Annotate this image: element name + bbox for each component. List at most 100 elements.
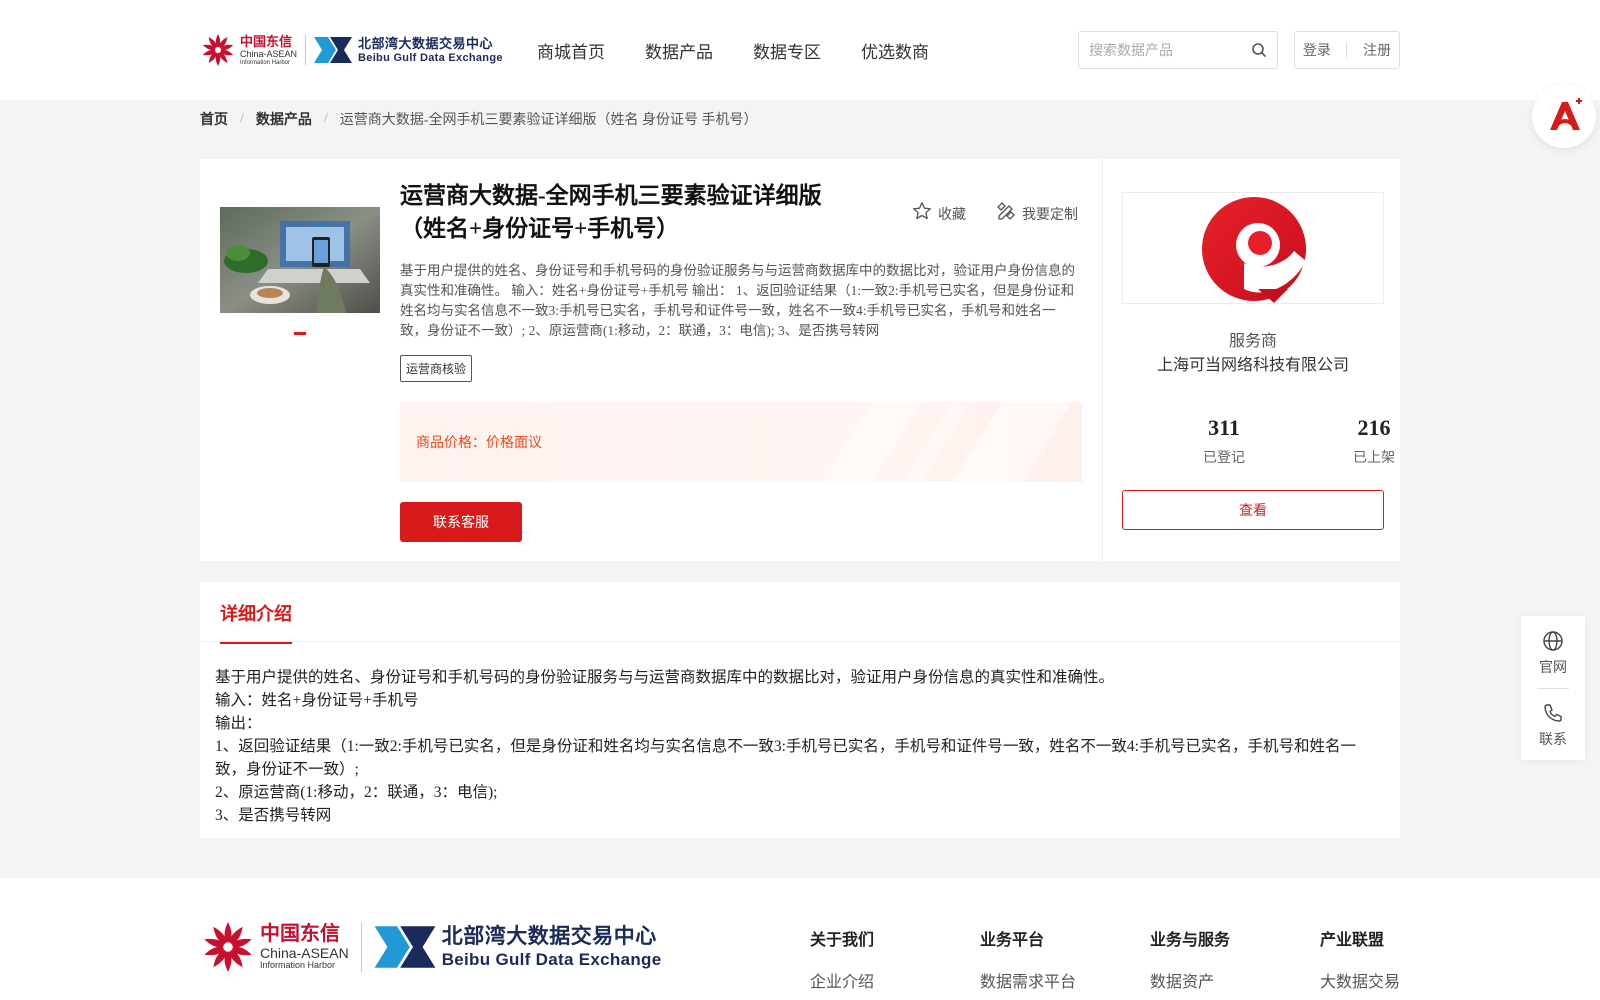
side-tools-separator bbox=[1537, 688, 1569, 689]
footer-beibu-gulf-logo-icon bbox=[374, 923, 436, 971]
beibu-gulf-logo-text: 北部湾大数据交易中心 Beibu Gulf Data Exchange bbox=[358, 37, 503, 64]
footer-column-head: 业务平台 bbox=[980, 932, 1045, 949]
logo-en1: China-ASEAN bbox=[240, 48, 298, 59]
nav-item-home[interactable]: 商城首页 bbox=[537, 38, 605, 63]
customize-label: 我要定制 bbox=[1022, 207, 1078, 223]
footer-beibu-gulf-logo-text: 北部湾大数据交易中心 Beibu Gulf Data Exchange bbox=[442, 926, 662, 968]
footer-link[interactable]: 数据需求平台 bbox=[980, 968, 1076, 992]
detail-body: 基于用户提供的姓名、身份证号和手机号码的身份验证服务与与运营商数据库中的数据比对… bbox=[215, 666, 1385, 827]
detail-line: 1、返回验证结果（1:一致2:手机号已实名，但是身份证和姓名均与实名信息不一致3… bbox=[215, 738, 1356, 778]
auth-separator bbox=[1346, 42, 1348, 58]
detail-panel: 详细介绍 基于用户提供的姓名、身份证号和手机号码的身份验证服务与与运营商数据库中… bbox=[200, 582, 1400, 838]
image-carousel-indicator[interactable] bbox=[294, 332, 306, 335]
side-tools: 官网 联系 bbox=[1521, 616, 1585, 760]
ai-assistant-icon bbox=[1532, 98, 1596, 152]
footer-logo-divider bbox=[360, 922, 362, 972]
price-label: 商品价格： bbox=[416, 436, 486, 451]
product-image[interactable] bbox=[220, 207, 380, 313]
customize-button[interactable]: 我要定制 bbox=[996, 201, 1078, 226]
search-input[interactable] bbox=[1079, 32, 1239, 68]
site-header: 中国东信 China-ASEAN Information Harbor 北部湾大… bbox=[0, 0, 1600, 100]
logo-divider bbox=[305, 35, 307, 65]
register-link[interactable]: 注册 bbox=[1363, 40, 1391, 60]
logo-en2: Information Harbor bbox=[240, 59, 291, 66]
china-asean-logo-text: 中国东信 China-ASEAN Information Harbor bbox=[240, 35, 297, 66]
stat-listed-count: 216 bbox=[1357, 415, 1391, 440]
official-website-button[interactable]: 官网 bbox=[1521, 630, 1585, 677]
customize-icon bbox=[996, 201, 1022, 226]
stat-registered-label: 已登记 bbox=[1203, 451, 1245, 466]
contact-service-button[interactable]: 联系客服 bbox=[400, 502, 522, 542]
breadcrumb: 首页 / 数据产品 / 运营商大数据-全网手机三要素验证详细版（姓名 身份证号 … bbox=[200, 109, 757, 129]
detail-tabbar: 详细介绍 bbox=[200, 582, 1400, 644]
card-divider bbox=[1102, 159, 1103, 561]
contact-button[interactable]: 联系 bbox=[1521, 702, 1585, 749]
favorite-label: 收藏 bbox=[938, 207, 966, 223]
footer-column-platform: 业务平台 数据需求平台 bbox=[980, 926, 1076, 992]
footer-logo-en1: China-ASEAN bbox=[260, 945, 349, 961]
globe-icon bbox=[1521, 630, 1585, 657]
detail-line: 输出： bbox=[215, 715, 262, 732]
main-nav: 商城首页 数据产品 数据专区 优选数商 bbox=[537, 38, 969, 63]
detail-line: 输入：姓名+身份证号+手机号 bbox=[215, 692, 419, 709]
footer-column-about: 关于我们 企业介绍 bbox=[810, 926, 874, 992]
bbg-en: Beibu Gulf Data Exchange bbox=[358, 51, 503, 64]
login-link[interactable]: 登录 bbox=[1303, 40, 1331, 60]
product-description: 基于用户提供的姓名、身份证号和手机号码的身份验证服务与与运营商数据库中的数据比对… bbox=[400, 263, 1075, 338]
footer-logo-en2: Information Harbor bbox=[260, 960, 336, 970]
favorite-button[interactable]: 收藏 bbox=[912, 201, 966, 226]
breadcrumb-home[interactable]: 首页 bbox=[200, 109, 228, 129]
detail-line: 2、原运营商(1:移动，2：联通，3：电信); bbox=[215, 784, 498, 801]
breadcrumb-category[interactable]: 数据产品 bbox=[256, 109, 312, 129]
footer-link[interactable]: 数据资产 bbox=[1150, 968, 1230, 992]
breadcrumb-separator: / bbox=[240, 111, 244, 126]
footer-column-alliance: 产业联盟 大数据交易 bbox=[1320, 926, 1400, 992]
provider-logo[interactable] bbox=[1122, 192, 1384, 304]
breadcrumb-separator: / bbox=[323, 111, 328, 126]
nav-item-data-products[interactable]: 数据产品 bbox=[645, 38, 713, 63]
site-logo[interactable]: 中国东信 China-ASEAN Information Harbor 北部湾大… bbox=[200, 30, 503, 70]
footer-bbg-cn: 北部湾大数据交易中心 bbox=[441, 925, 657, 948]
phone-icon bbox=[1521, 702, 1585, 729]
price-text: 商品价格：价格面议 bbox=[416, 432, 542, 452]
provider-name[interactable]: 上海可当网络科技有限公司 bbox=[1122, 351, 1384, 375]
bbg-cn: 北部湾大数据交易中心 bbox=[358, 35, 494, 51]
stat-registered: 311 已登记 bbox=[1174, 415, 1274, 467]
footer-link[interactable]: 大数据交易 bbox=[1320, 968, 1400, 992]
footer-column-head: 产业联盟 bbox=[1320, 932, 1385, 949]
stat-listed-label: 已上架 bbox=[1353, 451, 1395, 466]
contact-label: 联系 bbox=[1539, 733, 1567, 748]
footer-logo[interactable]: 中国东信 China-ASEAN Information Harbor 北部湾大… bbox=[200, 918, 661, 976]
beibu-gulf-logo-icon bbox=[314, 35, 353, 65]
footer-logo-cn: 中国东信 bbox=[260, 923, 340, 945]
auth-box: 登录 注册 bbox=[1294, 31, 1400, 69]
stat-listed: 216 已上架 bbox=[1324, 415, 1424, 467]
footer-column-services: 业务与服务 数据资产 bbox=[1150, 926, 1230, 992]
footer-column-head: 关于我们 bbox=[810, 932, 875, 949]
provider-role: 服务商 bbox=[1228, 333, 1277, 350]
star-icon bbox=[912, 201, 938, 226]
stat-registered-count: 311 bbox=[1208, 415, 1240, 440]
detail-line: 基于用户提供的姓名、身份证号和手机号码的身份验证服务与与运营商数据库中的数据比对… bbox=[215, 669, 1115, 686]
search-icon[interactable] bbox=[1251, 42, 1267, 58]
nav-item-selected-merchants[interactable]: 优选数商 bbox=[861, 38, 929, 63]
price-value: 价格面议 bbox=[486, 436, 542, 451]
footer-china-asean-logo-text: 中国东信 China-ASEAN Information Harbor bbox=[260, 924, 349, 970]
price-box-decoration bbox=[822, 402, 1072, 482]
product-title: 运营商大数据-全网手机三要素验证详细版（姓名+身份证号+手机号） bbox=[400, 183, 822, 241]
nav-item-data-zone[interactable]: 数据专区 bbox=[753, 38, 821, 63]
breadcrumb-current: 运营商大数据-全网手机三要素验证详细版（姓名 身份证号 手机号） bbox=[339, 113, 758, 128]
price-box: 商品价格：价格面议 bbox=[400, 402, 1082, 482]
ai-assistant-button[interactable] bbox=[1532, 84, 1596, 148]
official-website-label: 官网 bbox=[1539, 661, 1567, 676]
site-footer: 中国东信 China-ASEAN Information Harbor 北部湾大… bbox=[0, 878, 1600, 1000]
logo-cn: 中国东信 bbox=[240, 33, 293, 49]
detail-line: 3、是否携号转网 bbox=[215, 807, 332, 824]
product-card: 运营商大数据-全网手机三要素验证详细版（姓名+身份证号+手机号） 收藏 我要定制… bbox=[200, 159, 1400, 561]
product-tag[interactable]: 运营商核验 bbox=[400, 355, 473, 382]
footer-link[interactable]: 企业介绍 bbox=[810, 968, 874, 992]
china-asean-logo-icon bbox=[200, 32, 236, 68]
view-provider-button[interactable]: 查看 bbox=[1122, 490, 1384, 530]
tab-detail-intro[interactable]: 详细介绍 bbox=[220, 600, 292, 644]
search-box bbox=[1078, 31, 1278, 69]
